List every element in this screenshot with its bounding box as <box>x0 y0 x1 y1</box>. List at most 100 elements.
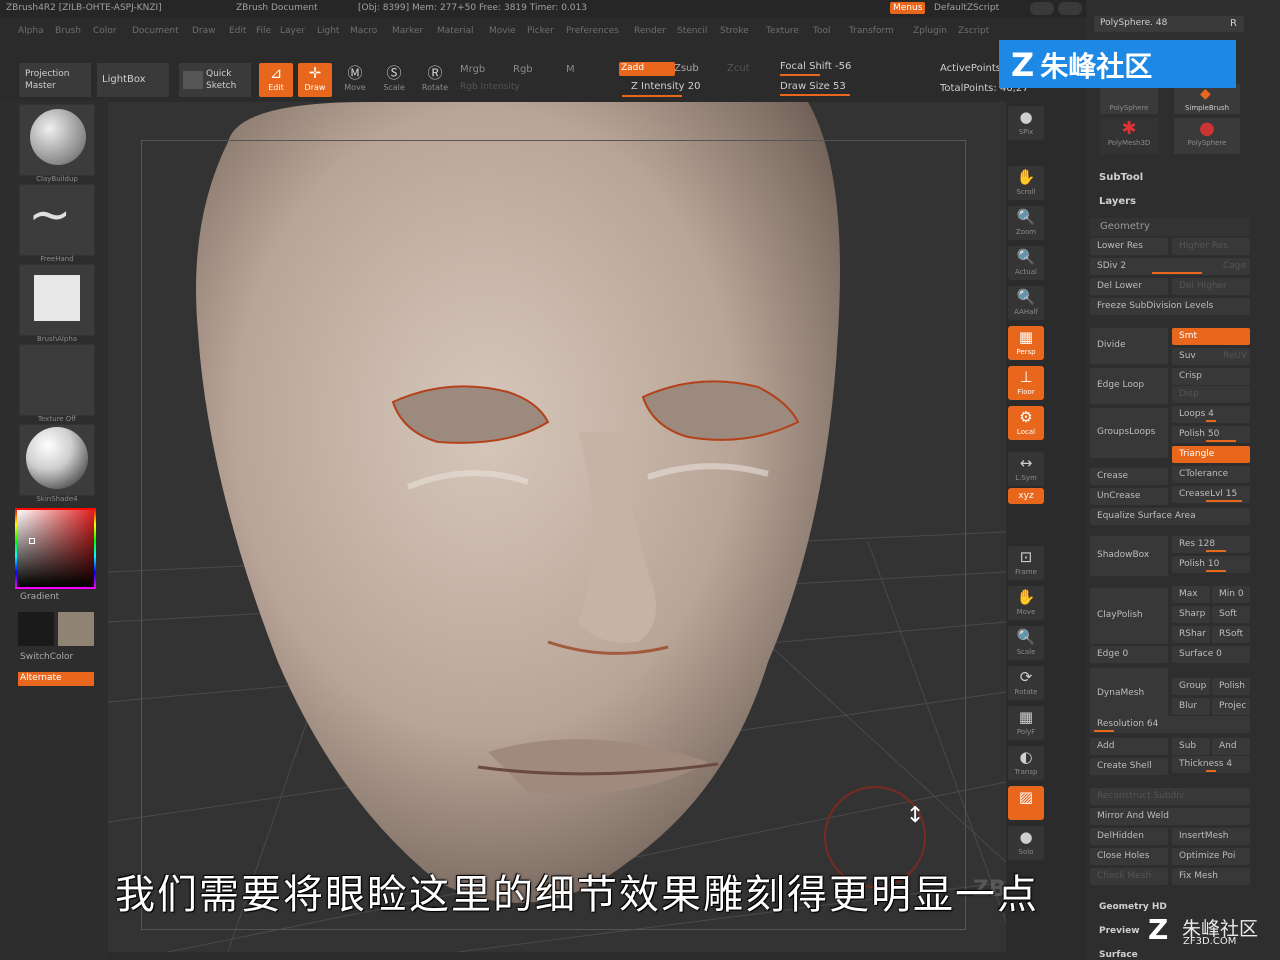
sub-button[interactable]: Sub <box>1172 738 1210 755</box>
primary-color-swatch[interactable] <box>18 612 54 646</box>
texture-thumbnail[interactable]: Texture Off <box>19 344 95 423</box>
max-button[interactable]: Max <box>1172 586 1210 603</box>
fix-mesh-button[interactable]: Fix Mesh <box>1172 868 1250 885</box>
color-picker[interactable] <box>15 508 96 589</box>
menu-zplugin[interactable]: Zplugin <box>913 26 947 36</box>
menu-alpha[interactable]: Alpha <box>18 26 44 36</box>
rgb-button[interactable]: Rgb <box>513 64 533 75</box>
shelf-button-zoom[interactable]: 🔍 Zoom <box>1008 206 1044 240</box>
cage-button[interactable]: Cage <box>1216 258 1250 275</box>
shelf-button-ghost[interactable]: ▨ <box>1008 786 1044 820</box>
brush-thumbnail[interactable]: ClayBuildup <box>19 104 95 183</box>
menu-stencil[interactable]: Stencil <box>677 26 707 36</box>
dynamesh-button[interactable]: DynaMesh <box>1090 668 1168 720</box>
geometry-section[interactable]: Geometry <box>1090 218 1250 236</box>
zadd-button[interactable]: Zadd <box>619 62 675 76</box>
shelf-button-move[interactable]: ✋ Move <box>1008 586 1044 620</box>
rgb-intensity-slider[interactable]: Rgb Intensity <box>460 82 520 92</box>
lower-res-button[interactable]: Lower Res <box>1090 238 1168 255</box>
menu-movie[interactable]: Movie <box>489 26 516 36</box>
shelf-button-floor[interactable]: ⊥ Floor <box>1008 366 1044 400</box>
subtool-section[interactable]: SubTool <box>1099 172 1143 183</box>
preview-section[interactable]: Preview <box>1099 926 1140 936</box>
uncrease-button[interactable]: UnCrease <box>1090 488 1168 505</box>
freeze-button[interactable]: Freeze SubDivision Levels <box>1090 298 1250 315</box>
shelf-button-solo[interactable]: ● Solo <box>1008 826 1044 860</box>
shelf-button-polyf[interactable]: ▦ PolyF <box>1008 706 1044 740</box>
current-tool-name[interactable]: PolySphere. 48 <box>1094 16 1244 32</box>
shelf-button-persp[interactable]: ▦ Persp <box>1008 326 1044 360</box>
soft-button[interactable]: Soft <box>1212 606 1250 623</box>
menu-brush[interactable]: Brush <box>55 26 81 36</box>
edit-button[interactable]: ⊿ Edit <box>259 63 293 97</box>
edge-button[interactable]: Edge 0 <box>1090 646 1168 663</box>
delhidden-button[interactable]: DelHidden <box>1090 828 1168 845</box>
focal-shift-slider[interactable]: Focal Shift -56 <box>780 61 851 72</box>
surface-section[interactable]: Surface <box>1099 950 1138 960</box>
insertmesh-button[interactable]: InsertMesh <box>1172 828 1250 845</box>
shelf-button-frame[interactable]: ⊡ Frame <box>1008 546 1044 580</box>
alternate-button[interactable]: Alternate <box>18 672 94 686</box>
shelf-button-l-sym[interactable]: ↔ L.Sym <box>1008 452 1044 486</box>
menu-preferences[interactable]: Preferences <box>566 26 619 36</box>
material-thumbnail[interactable]: SkinShade4 <box>19 424 95 503</box>
triangle-button[interactable]: Triangle <box>1172 446 1250 463</box>
blur-button[interactable]: Blur <box>1172 698 1210 715</box>
menu-document[interactable]: Document <box>132 26 179 36</box>
m-button[interactable]: M <box>566 64 575 75</box>
geometry-hd-section[interactable]: Geometry HD <box>1099 902 1167 912</box>
gradient-label[interactable]: Gradient <box>20 592 59 602</box>
reconstruct-button[interactable]: Reconstruct Subdiv <box>1090 788 1250 805</box>
claypolish-button[interactable]: ClayPolish <box>1090 588 1168 644</box>
edge-loop-button[interactable]: Edge Loop <box>1090 368 1168 404</box>
zcut-button[interactable]: Zcut <box>727 63 750 74</box>
divide-button[interactable]: Divide <box>1090 328 1168 364</box>
menus-button[interactable]: Menus <box>890 2 926 14</box>
shadowbox-button[interactable]: ShadowBox <box>1090 536 1168 576</box>
switch-color-button[interactable]: SwitchColor <box>20 652 73 662</box>
resolution-button[interactable]: Resolution 64 <box>1090 716 1250 733</box>
r-button[interactable]: R <box>1230 18 1237 29</box>
menu-marker[interactable]: Marker <box>392 26 423 36</box>
layers-section[interactable]: Layers <box>1099 196 1136 207</box>
rotate-button[interactable]: Ⓡ Rotate <box>418 63 452 97</box>
menu-layer[interactable]: Layer <box>280 26 305 36</box>
polish3-button[interactable]: Polish <box>1212 678 1250 695</box>
project-button[interactable]: Projec <box>1212 698 1250 715</box>
min-button[interactable]: Min 0 <box>1212 586 1250 603</box>
group-button[interactable]: Group <box>1172 678 1210 695</box>
shelf-button-transp[interactable]: ◐ Transp <box>1008 746 1044 780</box>
mirror-button[interactable]: Mirror And Weld <box>1090 808 1250 825</box>
menu-zscript[interactable]: Zscript <box>958 26 989 36</box>
shelf-button-aahalf[interactable]: 🔍 AAHalf <box>1008 286 1044 320</box>
mrgb-button[interactable]: Mrgb <box>460 64 485 75</box>
menu-light[interactable]: Light <box>317 26 339 36</box>
lightbox-button[interactable]: LightBox <box>96 62 170 98</box>
shelf-button-local[interactable]: ⚙ Local <box>1008 406 1044 440</box>
disp-button[interactable]: Disp <box>1172 386 1250 403</box>
menu-material[interactable]: Material <box>437 26 474 36</box>
crisp-button[interactable]: Crisp <box>1172 368 1250 385</box>
higher-res-button[interactable]: Higher Res <box>1172 238 1250 255</box>
toggle-icon[interactable] <box>1058 2 1082 15</box>
optimize-button[interactable]: Optimize Poi <box>1172 848 1250 865</box>
shelf-button-xyz[interactable]: xyz <box>1008 488 1044 504</box>
move-button[interactable]: Ⓜ Move <box>338 63 372 97</box>
shelf-button-rotate[interactable]: ⟳ Rotate <box>1008 666 1044 700</box>
z-intensity-slider[interactable]: Z Intensity 20 <box>631 81 700 92</box>
check-mesh-button[interactable]: Check Mesh <box>1090 868 1168 885</box>
close-holes-button[interactable]: Close Holes <box>1090 848 1168 865</box>
toggle-icon[interactable] <box>1030 2 1054 15</box>
zsub-button[interactable]: Zsub <box>674 63 699 74</box>
shelf-button-spix[interactable]: ● SPix <box>1008 106 1044 140</box>
secondary-color-swatch[interactable] <box>58 612 94 646</box>
menu-color[interactable]: Color <box>93 26 117 36</box>
surface-button[interactable]: Surface 0 <box>1172 646 1250 663</box>
tool-thumb-2[interactable]: ◆ SimpleBrush <box>1174 84 1240 114</box>
menu-draw[interactable]: Draw <box>192 26 216 36</box>
projection-master-button[interactable]: Projection Master <box>18 62 92 98</box>
tool-thumb-3[interactable]: ✱ PolyMesh3D <box>1100 118 1158 154</box>
menu-transform[interactable]: Transform <box>849 26 894 36</box>
create-shell-button[interactable]: Create Shell <box>1090 758 1168 775</box>
rsharp-button[interactable]: RShar <box>1172 626 1210 643</box>
